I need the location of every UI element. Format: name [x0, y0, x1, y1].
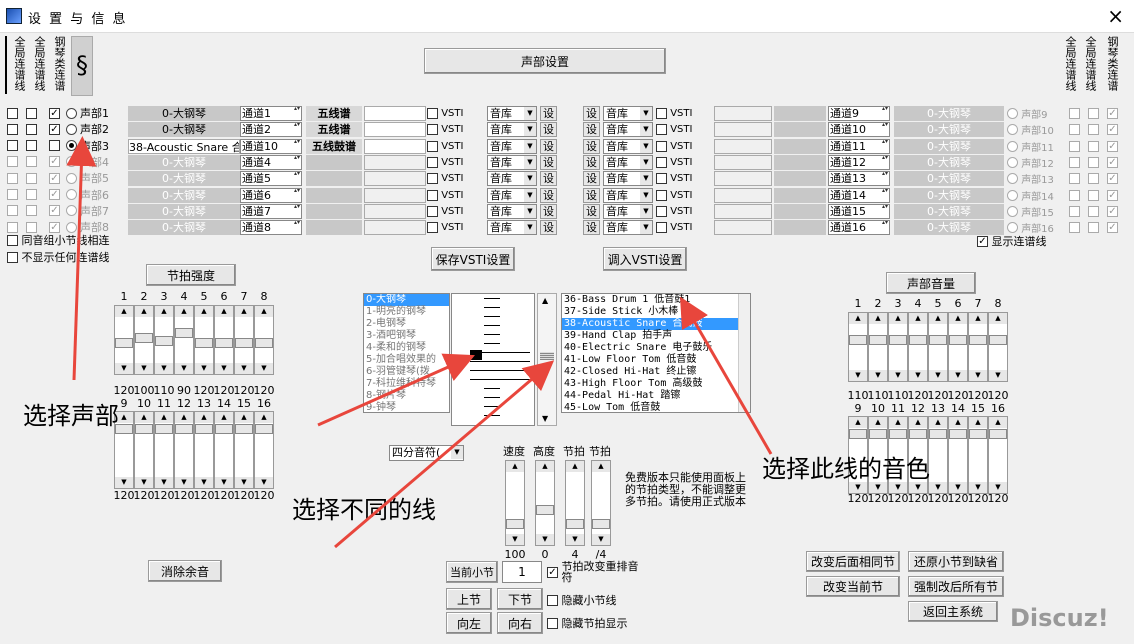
arrow-voice	[66, 136, 97, 381]
arrow-line-b	[334, 360, 555, 549]
arrow-sound	[679, 296, 773, 455]
arrow-line-a	[317, 353, 475, 427]
annotation-arrows	[66, 136, 773, 549]
